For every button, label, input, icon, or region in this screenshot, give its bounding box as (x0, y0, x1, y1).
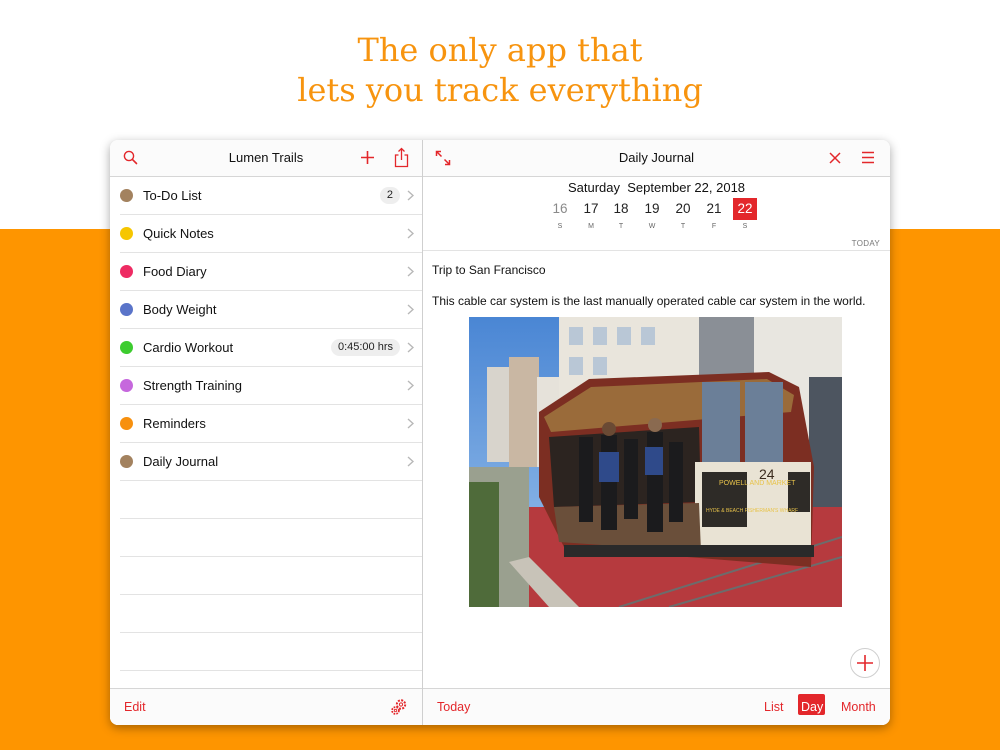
gear-icon[interactable] (389, 697, 409, 717)
journal-detail: Daily Journal Saturday September 22, 201… (423, 140, 890, 725)
weekday-letter: T (680, 223, 686, 230)
color-dot (120, 417, 133, 430)
chevron-right-icon (407, 304, 414, 315)
detail-navbar: Daily Journal (423, 140, 890, 177)
list-item-label: Body Weight (143, 302, 217, 317)
weekday-letter: M (588, 223, 594, 230)
app-window: Lumen Trails To-Do List 2 Quick Notes Fo… (110, 140, 890, 725)
list-item-label: Quick Notes (143, 226, 214, 241)
day-number: 18 (613, 201, 629, 216)
headline-line-1: The only app that (357, 31, 643, 69)
share-icon[interactable] (394, 147, 409, 168)
color-dot (120, 303, 133, 316)
list-view-button[interactable]: List (764, 700, 783, 714)
list-item-label: Cardio Workout (143, 340, 234, 355)
list-item-todo[interactable]: To-Do List 2 (120, 177, 422, 215)
day-22-selected[interactable]: 22 S (733, 198, 757, 230)
sidebar: Lumen Trails To-Do List 2 Quick Notes Fo… (110, 140, 423, 725)
chevron-right-icon (407, 228, 414, 239)
add-entry-button[interactable] (850, 648, 880, 678)
count-badge: 2 (379, 187, 400, 204)
today-link[interactable]: TODAY (852, 239, 880, 248)
list-item-body-weight[interactable]: Body Weight (120, 291, 422, 329)
list-item-cardio-workout[interactable]: Cardio Workout 0:45:00 hrs (120, 329, 422, 367)
tracker-list: To-Do List 2 Quick Notes Food Diary Body… (110, 177, 422, 671)
chevron-right-icon (407, 380, 414, 391)
list-item-label: To-Do List (143, 188, 202, 203)
list-item-quick-notes[interactable]: Quick Notes (120, 215, 422, 253)
plus-icon[interactable] (360, 150, 375, 165)
chevron-right-icon (407, 418, 414, 429)
plus-icon (857, 655, 873, 671)
day-number: 16 (552, 201, 568, 216)
list-item-label: Daily Journal (143, 454, 219, 469)
month-view-button[interactable]: Month (841, 700, 876, 714)
day-16[interactable]: 16 S (548, 198, 572, 230)
color-dot (120, 379, 133, 392)
list-item-food-diary[interactable]: Food Diary (120, 253, 422, 291)
empty-row (120, 519, 422, 557)
day-view-button[interactable]: Day (801, 700, 823, 714)
day-number: 20 (675, 201, 691, 216)
photo-car-number: 24 (759, 466, 775, 482)
color-dot (120, 341, 133, 354)
list-item-strength-training[interactable]: Strength Training (120, 367, 422, 405)
list-item-daily-journal[interactable]: Daily Journal (120, 443, 422, 481)
empty-row (120, 557, 422, 595)
close-icon[interactable] (829, 152, 841, 164)
day-number: 22 (733, 198, 757, 220)
weekday-letter: S (557, 223, 563, 230)
menu-icon[interactable] (861, 151, 875, 164)
day-number: 21 (706, 201, 722, 216)
day-21[interactable]: 21 F (702, 198, 726, 230)
color-dot (120, 227, 133, 240)
list-item-reminders[interactable]: Reminders (120, 405, 422, 443)
today-button[interactable]: Today (437, 700, 470, 714)
weekday-letter: F (711, 223, 717, 230)
photo-sign-hyde: HYDE & BEACH FISHERMAN'S WHARF (706, 508, 798, 514)
day-number: 19 (644, 201, 660, 216)
color-dot (120, 189, 133, 202)
day-19[interactable]: 19 W (640, 198, 664, 230)
chevron-right-icon (407, 456, 414, 467)
list-item-label: Strength Training (143, 378, 243, 393)
sidebar-navbar: Lumen Trails (110, 140, 422, 177)
color-dot (120, 265, 133, 278)
sidebar-toolbar: Edit (110, 688, 422, 725)
divider (423, 250, 890, 251)
list-item-label: Food Diary (143, 264, 207, 279)
weekday-letter: T (618, 223, 624, 230)
duration-badge: 0:45:00 hrs (330, 339, 400, 356)
day-number: 17 (583, 201, 599, 216)
day-17[interactable]: 17 M (579, 198, 603, 230)
day-20[interactable]: 20 T (671, 198, 695, 230)
chevron-right-icon (407, 266, 414, 277)
detail-toolbar: Today List Day Month (423, 688, 890, 725)
empty-row (120, 595, 422, 633)
weekday-letter: S (742, 223, 748, 230)
chevron-right-icon (407, 342, 414, 353)
weekday-letter: W (648, 223, 656, 230)
color-dot (120, 455, 133, 468)
entry-title: Trip to San Francisco (432, 263, 546, 277)
cable-car-photo: POWELL AND MARKET HYDE & BEACH FISHERMAN… (469, 317, 842, 607)
chevron-right-icon (407, 190, 414, 201)
empty-row (120, 633, 422, 671)
date-heading: Saturday September 22, 2018 (567, 180, 746, 195)
sidebar-title: Lumen Trails (228, 150, 304, 165)
entry-body: This cable car system is the last manual… (432, 294, 866, 308)
empty-row (120, 481, 422, 519)
headline-line-2: lets you track everything (297, 71, 703, 109)
edit-button[interactable]: Edit (124, 700, 146, 714)
marketing-headline: The only app that lets you track everyth… (0, 30, 1000, 110)
photo-sign-powell: POWELL AND MARKET (719, 480, 796, 487)
detail-title: Daily Journal (618, 150, 695, 165)
day-18[interactable]: 18 T (609, 198, 633, 230)
list-item-label: Reminders (143, 416, 206, 431)
